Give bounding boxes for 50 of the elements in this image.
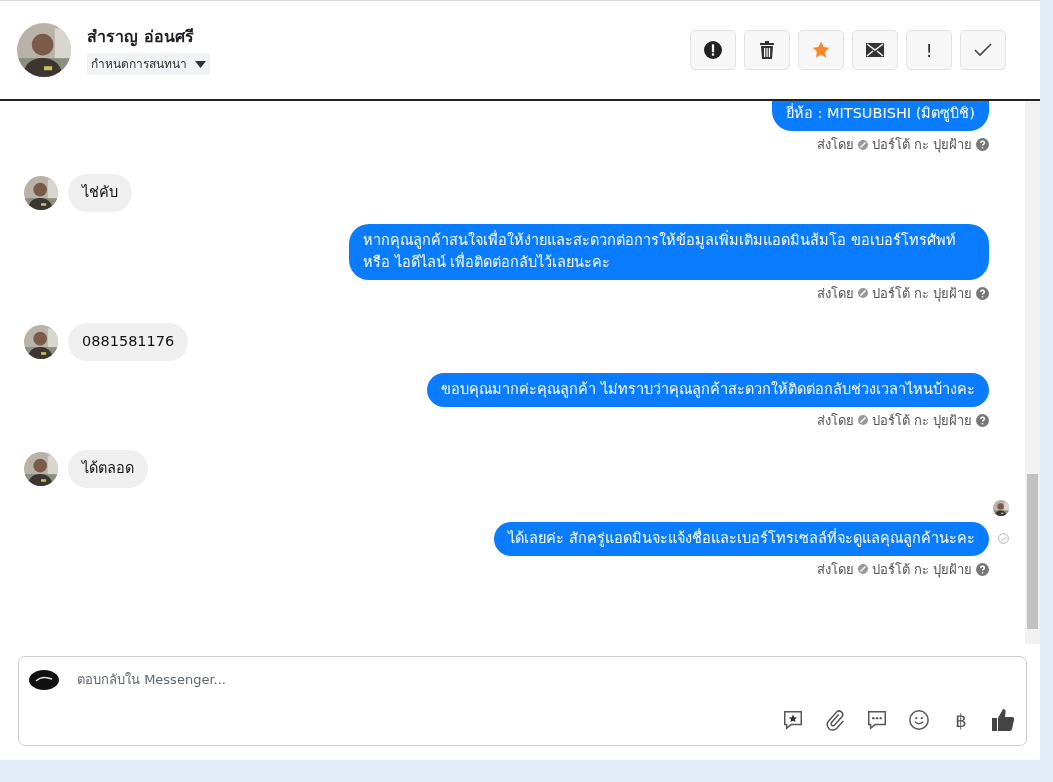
sent-by-label: ส่งโดย [816, 560, 854, 579]
star-button[interactable] [798, 30, 844, 70]
thumbs-up-icon [991, 708, 1015, 732]
done-button[interactable] [960, 30, 1006, 70]
paperclip-icon [824, 709, 846, 731]
sent-by-label: ส่งโดย [816, 284, 854, 303]
message-bubble: 0881581176 [68, 323, 189, 361]
report-button[interactable] [690, 30, 736, 70]
scrollbar[interactable] [1025, 101, 1040, 644]
page-logo-icon [29, 669, 59, 690]
chat-bubble-icon [866, 709, 888, 731]
message-bubble: ขอบคุณมากค่ะคุณลูกค้า ไม่ทราบว่าคุณลูกค้าสะดวกให้ติดต่อกลับช่วงเวลาไหนบ้างคะ [427, 372, 989, 407]
help-icon[interactable] [976, 413, 989, 427]
assign-dropdown[interactable]: กำหนดการสนทนา [87, 53, 210, 75]
message-bubble: หากคุณลูกค้าสนใจเพื่อให้ง่ายและสะดวกต่อการให้ข้อมูลเพิ่มเติมแอดมินส้มโอ ขอเบอร์โทรศัพท์ หรือ ไอดีไลน์ เพื่อติดต่อกลับไว้เลยนะคะ [349, 224, 989, 280]
emoji-button[interactable] [906, 707, 932, 733]
scrollbar-thumb[interactable] [1027, 474, 1038, 629]
important-button[interactable]: ! [906, 30, 952, 70]
reply-field[interactable]: ตอบกลับใน Messenger... ฿ [18, 656, 1027, 746]
envelope-icon [866, 43, 884, 57]
message-bubble: ได้เลยค่ะ สักครู่แอดมินจะแจ้งชื่อและเบอร์โทรเซลล์ที่จะดูแลคุณลูกค้านะคะ [494, 521, 989, 556]
trash-icon [759, 41, 775, 59]
sent-by-label: ส่งโดย [816, 135, 854, 154]
blocked-icon [857, 564, 868, 575]
smiley-icon [908, 709, 930, 731]
message-bubble: ไช่คับ [68, 174, 132, 212]
help-icon[interactable] [976, 286, 989, 300]
blocked-icon [857, 139, 868, 150]
message-bubble: ได้ตลอด [68, 450, 148, 488]
contact-name: สำราญ อ่อนศรี [87, 26, 194, 49]
help-icon[interactable] [976, 562, 989, 576]
checkmark-icon [974, 43, 992, 57]
blocked-icon [857, 415, 868, 426]
sent-check-icon [998, 533, 1009, 545]
mark-unread-button[interactable] [852, 30, 898, 70]
star-bubble-icon [782, 709, 804, 731]
sender-name: ปอร์โต้ กะ ปุยฝ้าย [871, 411, 972, 430]
like-button[interactable] [990, 707, 1016, 733]
help-icon[interactable] [976, 138, 989, 151]
caret-icon [195, 60, 206, 68]
alert-icon [704, 41, 722, 59]
sender-name: ปอร์โต้ กะ ปุยฝ้าย [871, 135, 972, 155]
payment-button[interactable]: ฿ [948, 707, 974, 733]
blocked-icon [857, 288, 868, 299]
sent-by-label: ส่งโดย [816, 411, 854, 430]
message-bubble: ยี่ห้อ : MITSUBISHI (มิตซูบิชิ) [771, 101, 989, 131]
star-icon [812, 41, 830, 59]
sender-name: ปอร์โต้ กะ ปุยฝ้าย [871, 560, 972, 579]
sender-name: ปอร์โต้ กะ ปุยฝ้าย [871, 284, 972, 303]
delete-button[interactable] [744, 30, 790, 70]
